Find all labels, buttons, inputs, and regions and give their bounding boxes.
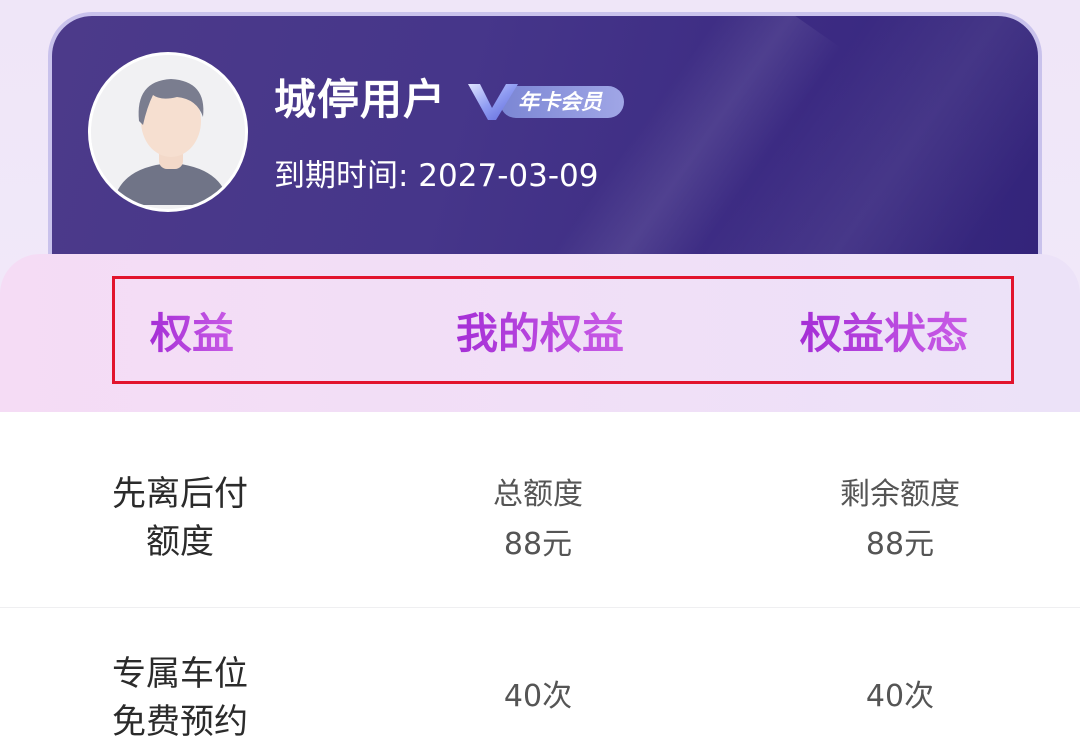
remaining-quota-cell: 剩余额度 88元 [770, 470, 1030, 570]
remaining-quota-label: 剩余额度 [840, 477, 960, 512]
total-quota-label: 总额度 [493, 477, 583, 512]
badge-label: 年卡会员 [518, 90, 602, 114]
benefit-name: 专属车位 免费预约 [70, 650, 290, 746]
remaining-quota-value: 88元 [865, 527, 935, 562]
benefits-table: 先离后付 额度 总额度 88元 剩余额度 88元 专属车位 免费预约 40次 4… [0, 412, 1080, 754]
tab-my-benefits[interactable]: 我的权益 [456, 306, 624, 362]
v-vip-icon [468, 84, 518, 120]
benefit-name-line: 先离后付 [112, 474, 248, 514]
benefit-name: 先离后付 额度 [70, 470, 290, 566]
total-count-cell: 40次 [408, 672, 668, 722]
tab-benefits[interactable]: 权益 [150, 306, 234, 362]
avatar-person-icon [91, 55, 245, 209]
tab-benefit-status[interactable]: 权益状态 [800, 306, 968, 362]
table-row: 专属车位 免费预约 40次 40次 [0, 608, 1080, 754]
total-quota-cell: 总额度 88元 [408, 470, 668, 570]
total-count-value: 40次 [503, 679, 573, 714]
table-row: 先离后付 额度 总额度 88元 剩余额度 88元 [0, 412, 1080, 608]
total-quota-value: 88元 [503, 527, 573, 562]
benefit-name-line: 额度 [146, 522, 214, 562]
remaining-count-cell: 40次 [770, 672, 1030, 722]
remaining-count-value: 40次 [865, 679, 935, 714]
avatar[interactable] [88, 52, 248, 212]
username: 城停用户 [274, 75, 447, 124]
expiry-date: 到期时间: 2027-03-09 [274, 158, 599, 194]
benefit-name-line: 专属车位 [112, 654, 248, 694]
benefit-name-line: 免费预约 [112, 702, 248, 742]
annual-member-badge: 年卡会员 [466, 80, 626, 122]
